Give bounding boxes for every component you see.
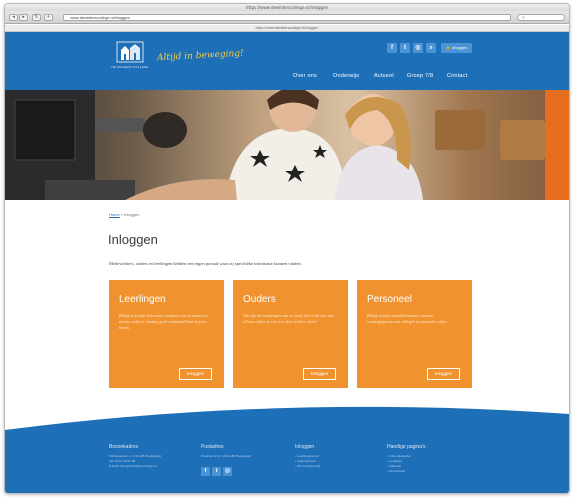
forward-button[interactable]: ▸ <box>19 14 28 21</box>
facebook-icon[interactable]: f <box>387 43 397 53</box>
footer-heading: Inloggen <box>295 444 315 450</box>
search-icon[interactable]: ⌕ <box>426 43 436 53</box>
site-footer: Bezoekadres Wildersstraat 1, 1234 AB Pla… <box>5 432 569 493</box>
card-ouders: Ouders Wat zijn de vorderingen van uw ki… <box>233 280 348 388</box>
browser-toolbar: ◂ ▸ ↻ + www.dewilderscollege.nl/inloggen… <box>5 11 569 24</box>
menu-item-groep-7-8[interactable]: Groep 7/8 <box>407 73 433 79</box>
footer-wave <box>5 406 569 434</box>
card-text: Bekijk actuele schoolinformatie, rooster… <box>367 313 448 324</box>
menu-item-contact[interactable]: Contact <box>447 73 467 79</box>
footer-heading: Handige pagina's <box>387 444 426 450</box>
reload-icon[interactable]: ↻ <box>32 14 41 21</box>
twitter-icon[interactable]: t <box>400 43 410 53</box>
footer-twitter-icon[interactable]: t <box>212 467 221 476</box>
menu-item-onderwijs[interactable]: Onderwijs <box>333 73 359 79</box>
breadcrumb-separator: » <box>120 212 124 217</box>
address-bar[interactable]: www.dewilderscollege.nl/inloggen <box>63 14 511 21</box>
login-button[interactable]: 🔒 Inloggen <box>441 43 472 53</box>
breadcrumb-current: Inloggen <box>124 212 140 217</box>
school-logo[interactable] <box>113 40 147 64</box>
login-button-label: Inloggen <box>451 45 468 50</box>
card-text: Bekijk je actuele lesrooster, resultaten… <box>119 313 208 330</box>
tab-url: https://www.dewilderscollege.nl/inloggen <box>5 25 569 32</box>
search-field[interactable]: ⚲ <box>517 14 565 21</box>
footer-heading: Bezoekadres <box>109 444 139 450</box>
slogan: Altijd in beweging! <box>156 48 244 64</box>
ouders-login-button[interactable]: Inloggen <box>303 368 336 380</box>
footer-col-handige-paginas: Handige pagina's › Schoolkalender › Lest… <box>387 444 425 474</box>
footer-col-inloggen: Inloggen › Leerlingportaal › Ouderportaa… <box>295 444 320 469</box>
footer-col-postadres: Postadres Postbus 1234, 1234 AB Plaatsna… <box>201 444 251 477</box>
menu-item-actueel[interactable]: Actueel <box>374 73 394 79</box>
logo-text: DE WILDERS COLLEGE <box>111 65 149 69</box>
site-header: DE WILDERS COLLEGE Altijd in beweging! f… <box>5 32 569 90</box>
footer-col-bezoekadres: Bezoekadres Wildersstraat 1, 1234 AB Pla… <box>109 444 161 469</box>
footer-heading: Postadres <box>201 444 224 450</box>
footer-facebook-icon[interactable]: f <box>201 467 210 476</box>
card-title: Leerlingen <box>119 294 166 305</box>
card-title: Personeel <box>367 294 413 305</box>
leerlingen-login-button[interactable]: Inloggen <box>179 368 212 380</box>
breadcrumb-home-link[interactable]: Home <box>109 212 120 217</box>
back-button[interactable]: ◂ <box>9 14 18 21</box>
card-personeel: Personeel Bekijk actuele schoolinformati… <box>357 280 472 388</box>
card-text: Wat zijn de vorderingen van uw kind, hoe… <box>243 313 334 324</box>
intro-text: Medewerkers, ouders en leerlingen hebben… <box>109 261 302 266</box>
footer-instagram-icon[interactable]: ◎ <box>223 467 232 476</box>
share-icon[interactable]: + <box>44 14 53 21</box>
footer-email-link[interactable]: E-mail: info@dewilderscollege.nl <box>109 464 161 469</box>
card-title: Ouders <box>243 294 276 305</box>
page-title: Inloggen <box>108 232 158 247</box>
browser-window: https://www.dewilderscollege.nl/inloggen… <box>4 3 570 494</box>
menu-item-over-ons[interactable]: Over ons <box>293 73 317 79</box>
personeel-login-button[interactable]: Inloggen <box>427 368 460 380</box>
breadcrumb: Home » Inloggen <box>109 212 140 217</box>
hero-image <box>5 90 569 200</box>
footer-link[interactable]: › Downloads <box>387 469 425 474</box>
card-leerlingen: Leerlingen Bekijk je actuele lesrooster,… <box>109 280 224 388</box>
footer-link[interactable]: › Personeelportaal <box>295 464 320 469</box>
instagram-icon[interactable]: ◎ <box>413 43 423 53</box>
window-title: https://www.dewilderscollege.nl/inloggen <box>5 4 569 11</box>
